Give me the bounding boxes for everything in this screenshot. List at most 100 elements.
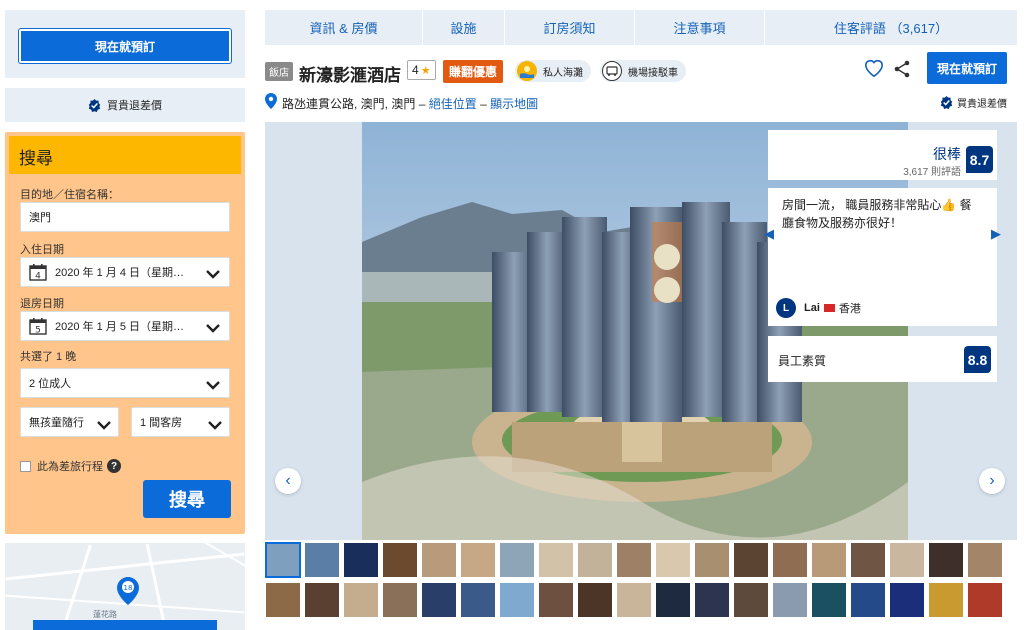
thumbnail[interactable] [538,582,574,618]
nights-label: 共選了 1 晚 [20,351,77,363]
category-score-row: 員工素質 8.8 [768,336,997,382]
chevron-down-icon [206,324,220,333]
price-guarantee-banner[interactable]: 買貴退差價 [5,88,245,122]
price-guarantee-top[interactable]: 買貴退差價 [940,95,1007,110]
thumbnail[interactable] [499,542,535,578]
quote-prev-icon[interactable]: ◀ [764,226,774,242]
thumbnail[interactable] [733,542,769,578]
thumbnail[interactable] [304,582,340,618]
thumbnail[interactable] [928,542,964,578]
thumbnail[interactable] [850,582,886,618]
thumbnail[interactable] [304,542,340,578]
star-rating: 4 ★ [407,60,436,80]
thumbnail[interactable] [967,542,1003,578]
adults-select[interactable]: 2 位成人 [20,368,230,398]
tab-reviews[interactable]: 住客評語 （3,617） [765,10,1017,45]
chevron-down-icon [208,421,222,430]
show-map-link[interactable]: 顯示地圖 [490,97,538,111]
address-text: 路氹連貫公路, 澳門, 澳門 – 絕佳位置 – 顯示地圖 [282,95,538,112]
tab-notes[interactable]: 注意事項 [635,10,765,45]
chevron-down-icon [206,270,220,279]
thumbnail[interactable] [889,542,925,578]
svg-text:4: 4 [35,272,41,282]
search-button[interactable]: 搜尋 [143,480,231,518]
quote-next-icon[interactable]: ▶ [991,226,1001,242]
map-pin-icon: 18 [117,577,139,605]
amenity-airport-shuttle: 機場接駁車 [600,60,686,82]
checkbox-box[interactable] [20,460,31,472]
share-icon[interactable] [893,60,911,78]
thumbnail[interactable] [811,582,847,618]
thumbnail[interactable] [460,542,496,578]
separator: – [480,97,487,111]
rooms-select[interactable]: 1 間客房 [131,407,230,437]
thumbnail[interactable] [538,542,574,578]
map-road-label: 蓮花路 [93,610,117,619]
calendar-icon: 5 [29,318,47,336]
check-badge-icon [940,96,953,109]
checkin-date-select[interactable]: 4 2020 年 1 月 4 日（星期… [20,257,230,287]
thumbnail[interactable] [616,582,652,618]
thumbnail[interactable] [772,542,808,578]
thumbnail[interactable] [733,582,769,618]
thumbnail[interactable] [811,542,847,578]
location-rating-link[interactable]: 絕佳位置 [429,97,477,111]
thumbnail[interactable] [421,542,457,578]
thumbnail[interactable] [382,582,418,618]
amenity-private-beach: 私人海灘 [515,60,591,82]
tab-facilities[interactable]: 設施 [423,10,505,45]
thumbnail[interactable] [655,582,691,618]
thumbnail[interactable] [421,582,457,618]
map-show-button[interactable] [33,620,217,630]
hotel-name: 新濠影滙酒店 [299,66,401,85]
checkout-date-select[interactable]: 5 2020 年 1 月 5 日（星期… [20,311,230,341]
thumbnail[interactable] [889,582,925,618]
rating-summary[interactable]: 很棒 3,617 則評語 8.7 [768,130,997,180]
thumbnail[interactable] [499,582,535,618]
thumbnail[interactable] [616,542,652,578]
thumbnail[interactable] [382,542,418,578]
thumbnail[interactable] [265,542,301,578]
thumbnail[interactable] [577,542,613,578]
left-sidebar: 現在就預訂 買貴退差價 搜尋 目的地／住宿名稱： 澳門 入住日期 4 2020 … [5,10,245,534]
thumbnail[interactable] [655,542,691,578]
review-quote: 房間一流， 職員服務非常貼心👍 餐廳食物及服務亦很好！ [782,198,972,230]
thumbnail[interactable] [967,582,1003,618]
business-trip-checkbox[interactable]: 此為差旅行程 ? [20,458,121,474]
photo-gallery: ‹ › 很棒 3,617 則評語 8.7 房間一流， 職員服務非常貼心👍 餐廳食… [265,122,1017,540]
mini-map[interactable]: 蓮花路 18 [5,543,245,630]
thumbnail[interactable] [694,582,730,618]
gallery-prev-button[interactable]: ‹ [275,468,301,494]
tab-info-prices[interactable]: 資訊 & 房價 [265,10,423,45]
address-row: 路氹連貫公路, 澳門, 澳門 – 絕佳位置 – 顯示地圖 買貴退差價 [265,93,1017,111]
address-value: 路氹連貫公路, 澳門, 澳門 [282,97,416,111]
svg-text:5: 5 [35,326,41,336]
gallery-next-button[interactable]: › [979,468,1005,494]
destination-label: 目的地／住宿名稱： [20,189,119,201]
thumbnail[interactable] [460,582,496,618]
children-value: 無孩童隨行 [29,417,84,429]
book-now-button-top[interactable]: 現在就預訂 [927,52,1007,84]
review-count: 3,617 則評語 [903,167,961,178]
thumbnail[interactable] [343,582,379,618]
thumbnail[interactable] [265,582,301,618]
tab-booking-info[interactable]: 訂房須知 [505,10,635,45]
thumbnail[interactable] [577,582,613,618]
thumbnail[interactable] [694,542,730,578]
heart-icon[interactable] [863,58,885,78]
thumbnail[interactable] [343,542,379,578]
destination-input[interactable]: 澳門 [20,202,230,232]
price-guarantee-label: 買貴退差價 [107,100,162,112]
thumbnail[interactable] [928,582,964,618]
reviewer-avatar: L [776,298,796,318]
checkin-date-value: 2020 年 1 月 4 日（星期… [55,267,184,279]
book-now-button[interactable]: 現在就預訂 [19,29,231,63]
property-type-badge: 飯店 [265,62,293,81]
review-quote-panel: 房間一流， 職員服務非常貼心👍 餐廳食物及服務亦很好！ ◀ ▶ [764,188,1001,290]
thumbnail[interactable] [850,542,886,578]
thumbnail[interactable] [772,582,808,618]
svg-text:18: 18 [124,584,133,592]
children-select[interactable]: 無孩童隨行 [20,407,119,437]
shuttle-icon [602,61,622,81]
help-icon[interactable]: ? [107,459,121,473]
